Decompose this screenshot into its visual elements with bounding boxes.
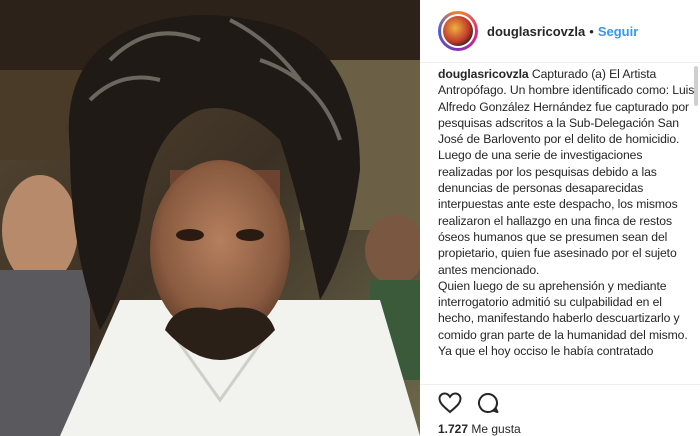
caption-username[interactable]: douglasricovzla <box>438 67 529 81</box>
post-photo[interactable] <box>0 0 420 436</box>
action-bar <box>438 392 500 414</box>
caption-scrollbar[interactable] <box>694 66 698 106</box>
divider <box>420 384 700 385</box>
caption-line-1: douglasricovzla Capturado (a) El Artista… <box>438 66 696 147</box>
likes-number: 1.727 <box>438 422 469 436</box>
comment-icon[interactable] <box>476 392 500 414</box>
likes-label: Me gusta <box>471 422 521 436</box>
follow-button[interactable]: Seguir <box>598 24 638 39</box>
avatar-icon[interactable] <box>438 11 478 51</box>
caption-line-4: Ya que el hoy occiso le había contratado <box>438 344 654 359</box>
likes-count[interactable]: 1.727 Me gusta <box>438 422 521 436</box>
post-header: douglasricovzla • Seguir <box>420 0 700 63</box>
avatar-image <box>443 16 473 46</box>
caption-line-2: Luego de una serie de investigaciones re… <box>438 148 678 277</box>
separator-dot: • <box>589 23 594 39</box>
post-sidebar: douglasricovzla • Seguir douglasricovzla… <box>420 0 700 436</box>
avatar-ring <box>441 14 475 48</box>
caption-line-3: Quien luego de su aprehensión y mediante… <box>438 278 688 342</box>
username-link[interactable]: douglasricovzla <box>487 24 585 39</box>
caption: douglasricovzla Capturado (a) El Artista… <box>438 66 696 384</box>
heart-icon[interactable] <box>438 392 462 414</box>
